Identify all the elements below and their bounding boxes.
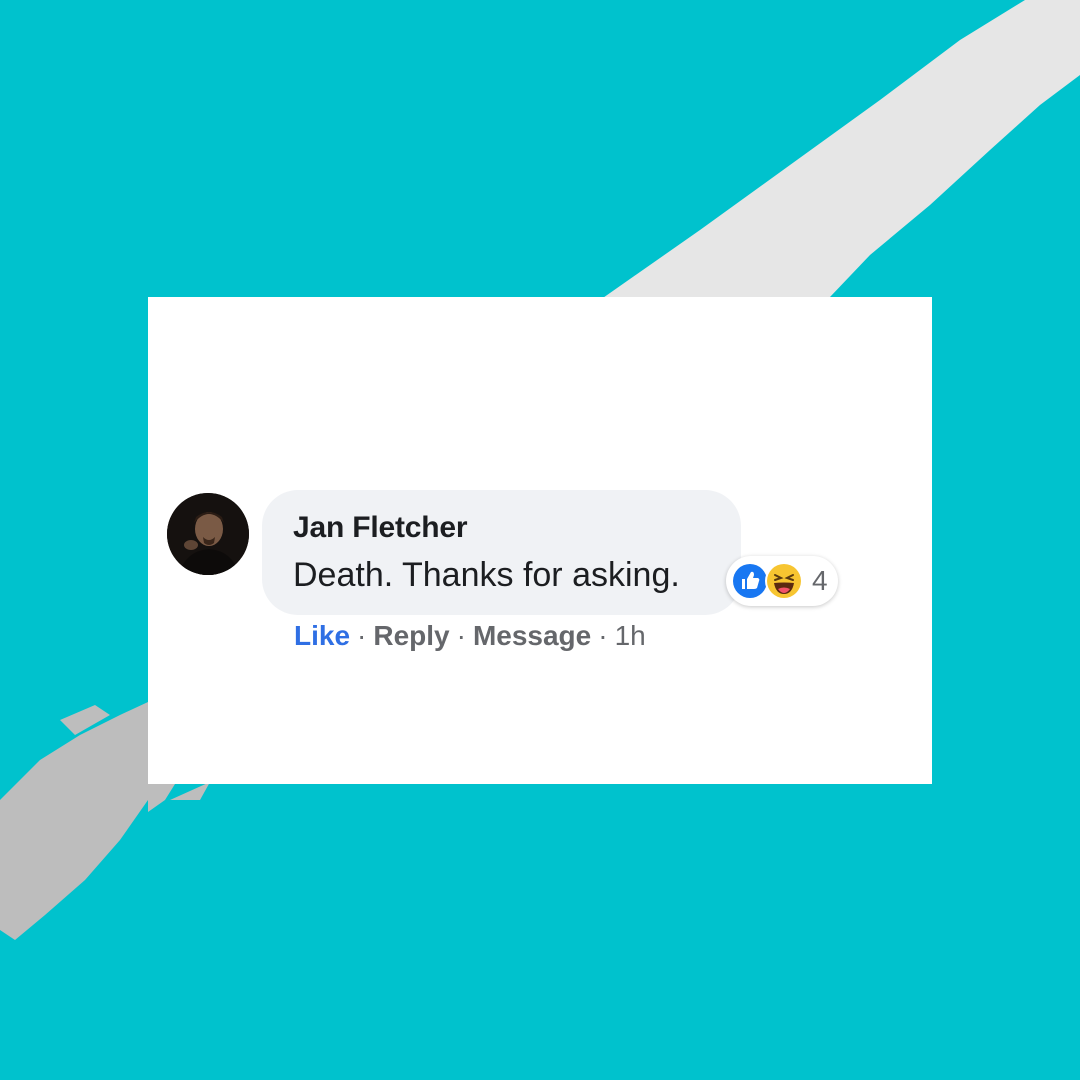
comment-text: Death. Thanks for asking. [293, 556, 680, 594]
haha-reaction-icon [765, 562, 803, 600]
reply-link[interactable]: Reply [373, 620, 449, 652]
message-link[interactable]: Message [473, 620, 591, 652]
comment-actions: Like · Reply · Message · 1h [294, 620, 646, 652]
comment-author[interactable]: Jan Fletcher [293, 511, 468, 545]
separator: · [357, 620, 367, 651]
comment-bubble: Jan Fletcher Death. Thanks for asking. [262, 490, 741, 615]
comment-timestamp[interactable]: 1h [615, 620, 646, 652]
comment-card: Jan Fletcher Death. Thanks for asking. 4… [148, 297, 932, 784]
reaction-count: 4 [812, 565, 828, 596]
like-link[interactable]: Like [294, 620, 350, 652]
separator: · [598, 620, 608, 651]
avatar[interactable] [167, 493, 249, 575]
reaction-summary[interactable]: 4 [726, 556, 838, 606]
avatar-photo [167, 493, 249, 575]
separator: · [456, 620, 466, 651]
